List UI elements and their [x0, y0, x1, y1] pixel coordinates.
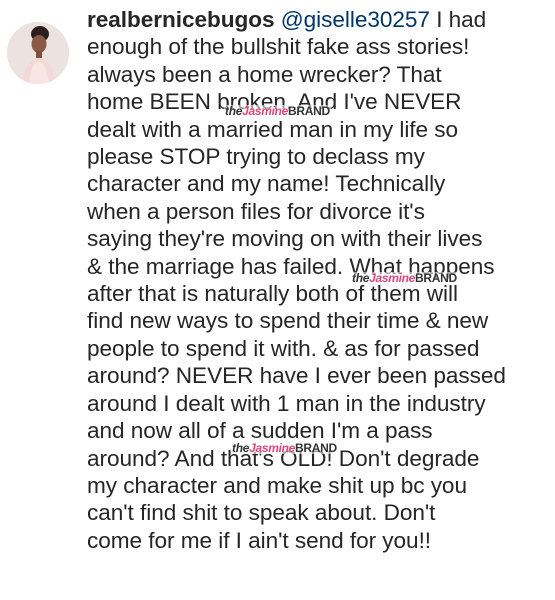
comment-line: after that is naturally both of them wil…: [87, 281, 458, 307]
mention-link[interactable]: @giselle30257: [281, 7, 430, 32]
watermark: theJasmineBRAND: [231, 441, 338, 455]
comment-line: my character and make shit up bc you: [87, 472, 467, 498]
comment-line: around I dealt with 1 man in the industr…: [87, 390, 486, 416]
watermark: theJasmineBRAND: [351, 271, 458, 285]
comment-text: realbernicebugos @giselle30257 I had eno…: [87, 6, 549, 554]
comment-line: character and my name! Technically: [87, 171, 446, 197]
comment-line: I had: [436, 7, 487, 32]
comment-line: saying they're moving on with their live…: [87, 226, 483, 252]
comment-line: come for me if I ain't send for you!!: [87, 527, 432, 553]
comment-line: always been a home wrecker? That: [87, 61, 442, 87]
comment-line: please STOP trying to declass my: [87, 144, 425, 170]
comment-line: & the marriage has failed. What happens: [87, 253, 495, 279]
instagram-comment: realbernicebugos @giselle30257 I had eno…: [0, 0, 555, 600]
comment-line: enough of the bullshit fake ass stories!: [87, 34, 470, 60]
comment-line: when a person files for divorce it's: [87, 198, 425, 224]
profile-photo-icon: [7, 22, 69, 84]
comment-line: around? NEVER have I ever been passed: [87, 363, 506, 389]
comment-line: dealt with a married man in my life so: [87, 116, 459, 142]
comment-line: people to spend it with. & as for passed: [87, 335, 480, 361]
comment-first-line: realbernicebugos @giselle30257 I had: [87, 6, 549, 33]
watermark: theJasmineBRAND: [224, 104, 331, 118]
comment-line: can't find shit to speak about. Don't: [87, 500, 436, 526]
comment-line: find new ways to spend their time & new: [87, 308, 489, 334]
username-link[interactable]: realbernicebugos: [87, 7, 275, 32]
avatar[interactable]: [7, 22, 69, 84]
